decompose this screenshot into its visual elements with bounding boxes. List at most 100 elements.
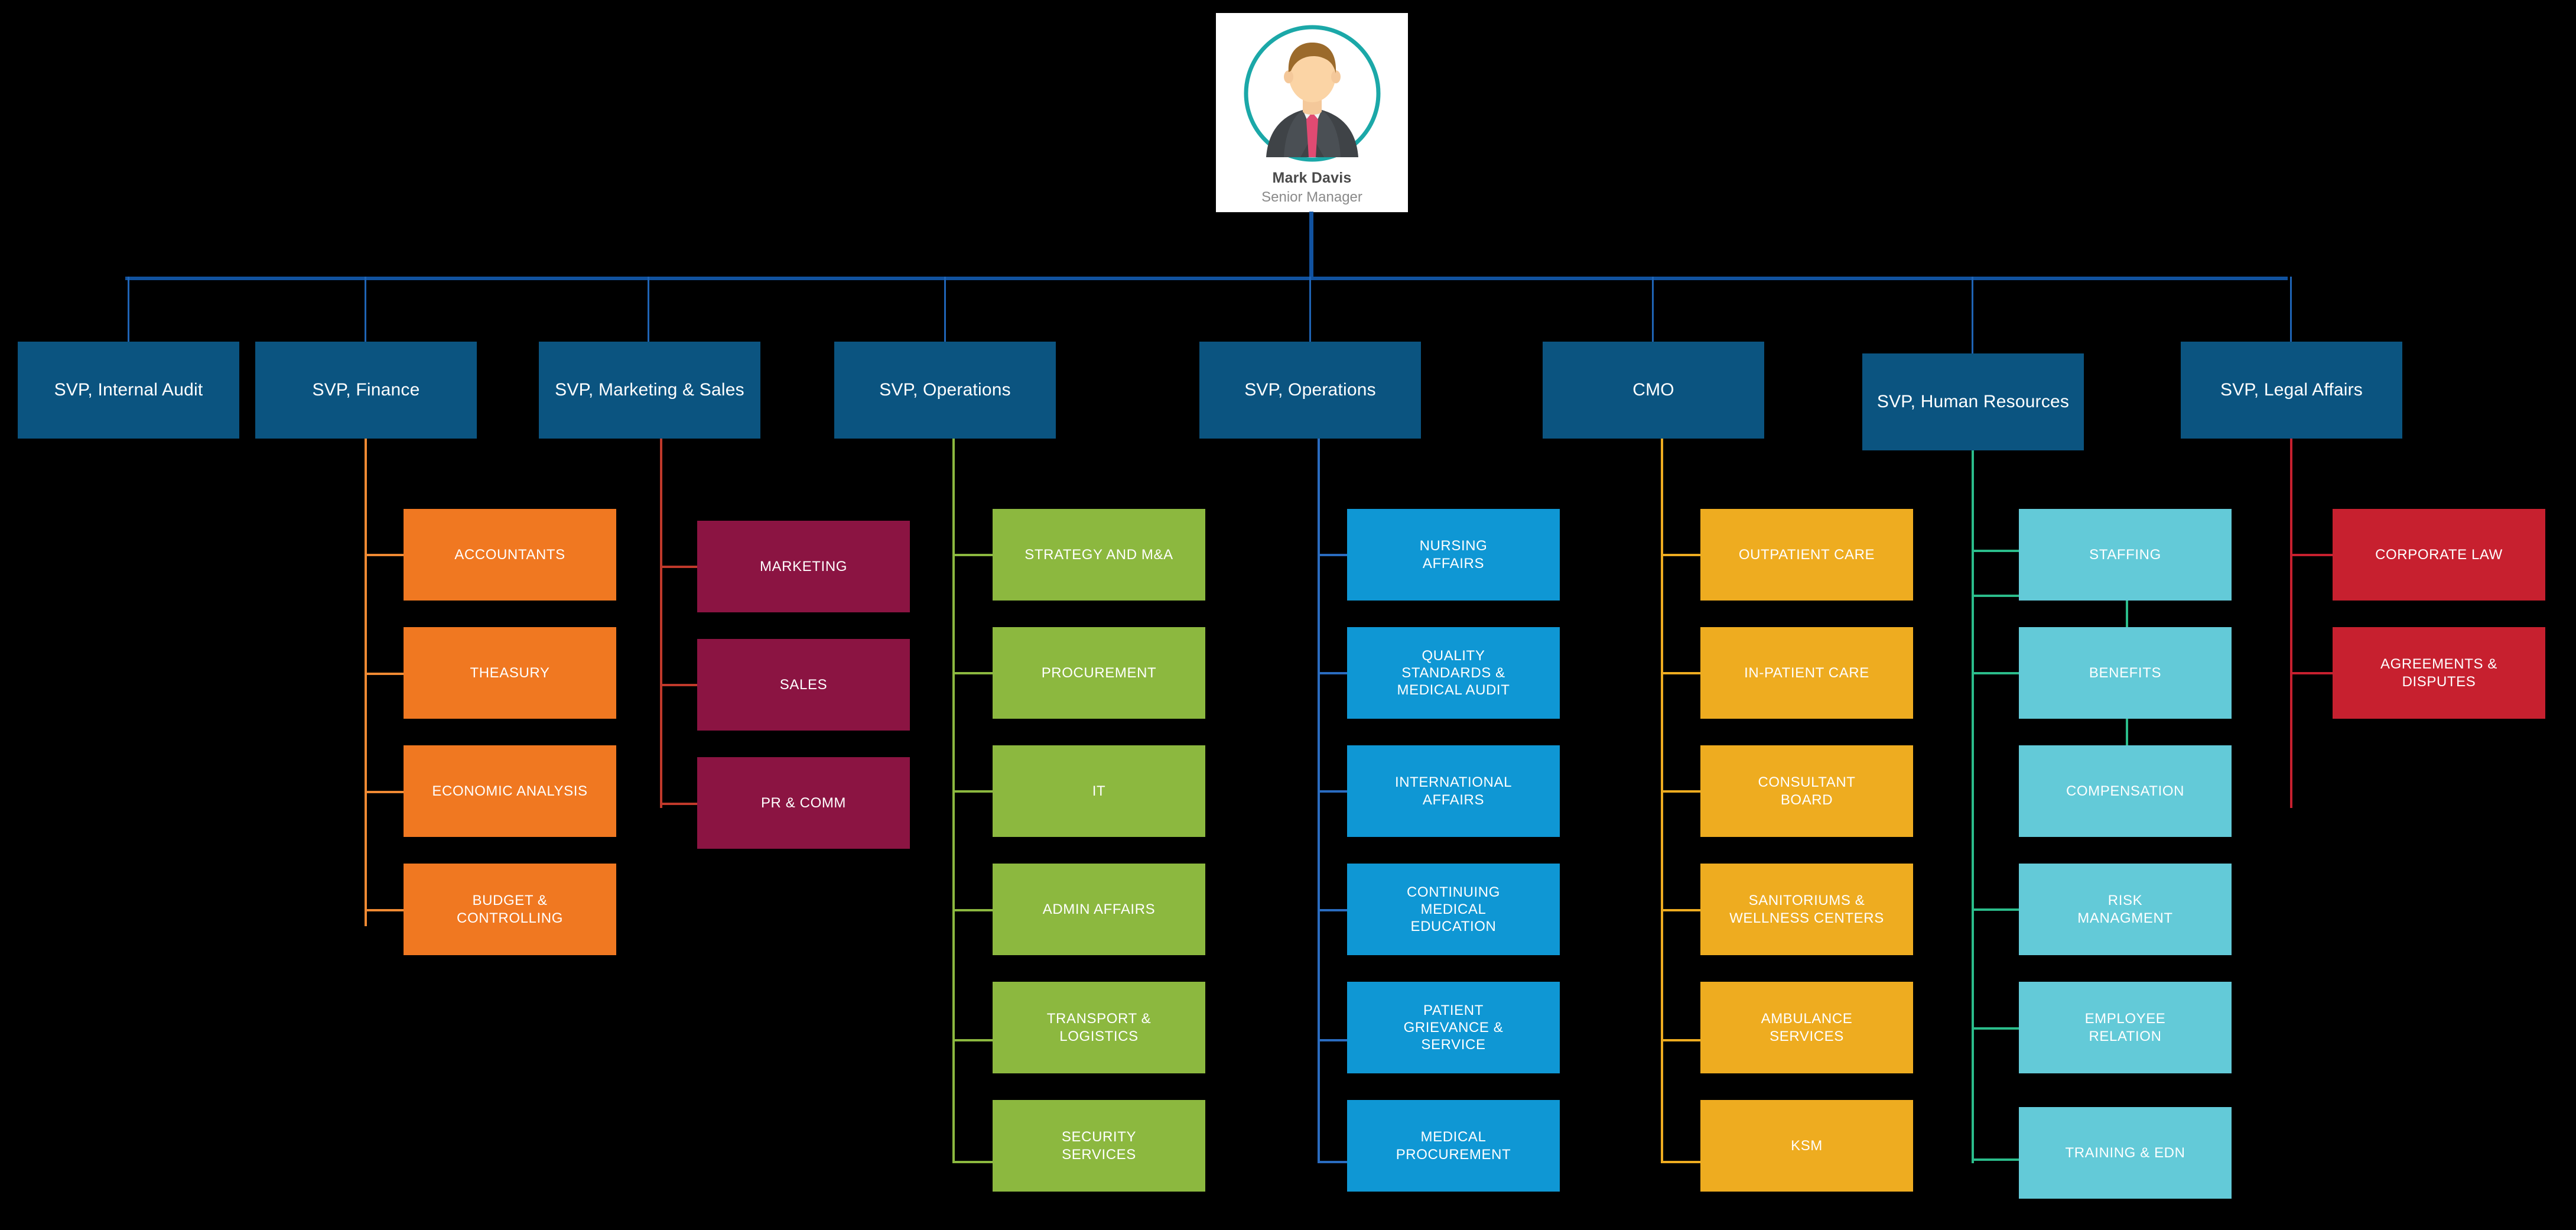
level2-node-hr-1[interactable]: BENEFITS xyxy=(2019,627,2232,719)
level2-label-hr-1: BENEFITS xyxy=(2089,664,2162,681)
level1-node-operations-2[interactable]: SVP, Operations xyxy=(1199,342,1421,439)
level2-node-medical-4[interactable]: PATIENT GRIEVANCE & SERVICE xyxy=(1347,982,1560,1073)
connector-root-drop xyxy=(1309,212,1313,280)
connector-stub-medical-5 xyxy=(1318,1161,1347,1163)
level1-label-cmo: CMO xyxy=(1632,379,1674,400)
level2-label-medical-4: PATIENT GRIEVANCE & SERVICE xyxy=(1403,1002,1504,1053)
level2-node-marketing-2[interactable]: PR & COMM xyxy=(697,757,910,849)
level2-node-hr-0[interactable]: STAFFING xyxy=(2019,509,2232,601)
org-chart-canvas: Mark Davis Senior Manager SVP, Internal … xyxy=(0,0,2576,1230)
connector-stub-cmo-1 xyxy=(1661,672,1700,674)
level2-label-hr-5: TRAINING & EDN xyxy=(2065,1144,2185,1161)
connector-stub-hr-4 xyxy=(1972,1027,2019,1030)
connector-stub-medical-1 xyxy=(1318,672,1347,674)
connector-stub-medical-0 xyxy=(1318,554,1347,556)
level2-node-finance-0[interactable]: ACCOUNTANTS xyxy=(404,509,616,601)
connector-drop-cmo xyxy=(1652,277,1654,343)
level1-node-human-resources[interactable]: SVP, Human Resources xyxy=(1862,353,2084,450)
level1-node-operations-1[interactable]: SVP, Operations xyxy=(834,342,1056,439)
level1-node-legal-affairs[interactable]: SVP, Legal Affairs xyxy=(2181,342,2402,439)
level2-node-finance-1[interactable]: THEASURY xyxy=(404,627,616,719)
level2-node-hr-5[interactable]: TRAINING & EDN xyxy=(2019,1107,2232,1199)
level2-label-operations-2: IT xyxy=(1092,783,1106,799)
level2-node-hr-2[interactable]: COMPENSATION xyxy=(2019,745,2232,837)
level1-node-cmo[interactable]: CMO xyxy=(1543,342,1764,439)
level1-node-marketing-sales[interactable]: SVP, Marketing & Sales xyxy=(539,342,760,439)
level1-label-operations-2: SVP, Operations xyxy=(1244,379,1376,400)
connector-stub-cmo-5 xyxy=(1661,1161,1700,1163)
level2-label-hr-0: STAFFING xyxy=(2089,546,2161,563)
connector-drop-marketing-sales xyxy=(648,277,649,343)
level1-node-internal-audit[interactable]: SVP, Internal Audit xyxy=(18,342,239,439)
level1-label-operations-1: SVP, Operations xyxy=(879,379,1011,400)
level2-node-cmo-1[interactable]: IN-PATIENT CARE xyxy=(1700,627,1913,719)
level2-label-finance-2: ECONOMIC ANALYSIS xyxy=(432,783,588,799)
level2-node-operations-2[interactable]: IT xyxy=(993,745,1205,837)
connector-drop-operations-2 xyxy=(1309,277,1311,343)
level2-node-hr-4[interactable]: EMPLOYEE RELATION xyxy=(2019,982,2232,1073)
level2-label-hr-3: RISK MANAGMENT xyxy=(2077,893,2173,926)
connector-stub-operations-5 xyxy=(952,1161,994,1163)
connector-drop-legal-affairs xyxy=(2290,277,2292,343)
level1-label-internal-audit: SVP, Internal Audit xyxy=(54,379,203,400)
connector-stub-operations-2 xyxy=(952,790,994,793)
connector-stub-medical-2 xyxy=(1318,790,1347,793)
level2-node-operations-0[interactable]: STRATEGY AND M&A xyxy=(993,509,1205,601)
level2-node-legal-0[interactable]: CORPORATE LAW xyxy=(2333,509,2545,601)
level2-node-cmo-5[interactable]: KSM xyxy=(1700,1100,1913,1192)
level2-node-medical-2[interactable]: INTERNATIONAL AFFAIRS xyxy=(1347,745,1560,837)
connector-drop-finance xyxy=(365,277,366,343)
root-person-name: Mark Davis xyxy=(1272,170,1352,186)
level2-node-hr-3[interactable]: RISK MANAGMENT xyxy=(2019,864,2232,955)
connector-stub-cmo-2 xyxy=(1661,790,1700,793)
level2-node-cmo-4[interactable]: AMBULANCE SERVICES xyxy=(1700,982,1913,1073)
connector-stub-hr-0 xyxy=(1972,550,2019,552)
level2-node-operations-4[interactable]: TRANSPORT & LOGISTICS xyxy=(993,982,1205,1073)
connector-stub-hr-1 xyxy=(1972,672,2019,674)
level2-node-medical-3[interactable]: CONTINUING MEDICAL EDUCATION xyxy=(1347,864,1560,955)
root-person-card[interactable]: Mark Davis Senior Manager xyxy=(1216,13,1408,212)
connector-stub-operations-3 xyxy=(952,909,994,911)
level2-node-medical-5[interactable]: MEDICAL PROCUREMENT xyxy=(1347,1100,1560,1192)
level2-node-medical-0[interactable]: NURSING AFFAIRS xyxy=(1347,509,1560,601)
connector-trunk-medical xyxy=(1318,439,1320,1163)
connector-stub-finance-3 xyxy=(365,909,404,911)
connector-stub-medical-3 xyxy=(1318,909,1347,911)
level2-node-operations-5[interactable]: SECURITY SERVICES xyxy=(993,1100,1205,1192)
connector-stub-medical-4 xyxy=(1318,1039,1347,1041)
connector-stub-marketing-1 xyxy=(660,684,699,686)
level2-node-cmo-2[interactable]: CONSULTANT BOARD xyxy=(1700,745,1913,837)
level2-label-operations-5: SECURITY SERVICES xyxy=(1061,1129,1137,1163)
level2-label-medical-3: CONTINUING MEDICAL EDUCATION xyxy=(1407,884,1500,935)
connector-stub-operations-0 xyxy=(952,554,994,556)
level2-node-marketing-1[interactable]: SALES xyxy=(697,639,910,731)
level2-label-operations-4: TRANSPORT & LOGISTICS xyxy=(1046,1011,1152,1044)
connector-stub-cmo-3 xyxy=(1661,909,1700,911)
level2-node-legal-1[interactable]: AGREEMENTS & DISPUTES xyxy=(2333,627,2545,719)
connector-drop-operations-1 xyxy=(944,277,946,343)
level2-node-cmo-0[interactable]: OUTPATIENT CARE xyxy=(1700,509,1913,601)
level2-label-legal-0: CORPORATE LAW xyxy=(2375,546,2503,563)
level2-label-hr-4: EMPLOYEE RELATION xyxy=(2084,1011,2166,1044)
connector-stub-finance-0 xyxy=(365,554,404,556)
level1-node-finance[interactable]: SVP, Finance xyxy=(255,342,477,439)
connector-trunk-marketing xyxy=(660,439,662,808)
level2-label-marketing-2: PR & COMM xyxy=(760,794,847,811)
person-avatar-icon xyxy=(1241,22,1383,167)
level1-label-marketing-sales: SVP, Marketing & Sales xyxy=(555,379,744,400)
level2-label-cmo-3: SANITORIUMS & WELLNESS CENTERS xyxy=(1729,893,1884,926)
level2-label-cmo-0: OUTPATIENT CARE xyxy=(1738,546,1875,563)
level2-node-medical-1[interactable]: QUALITY STANDARDS & MEDICAL AUDIT xyxy=(1347,627,1560,719)
level2-label-finance-0: ACCOUNTANTS xyxy=(454,546,565,563)
level2-node-operations-3[interactable]: ADMIN AFFAIRS xyxy=(993,864,1205,955)
level2-node-cmo-3[interactable]: SANITORIUMS & WELLNESS CENTERS xyxy=(1700,864,1913,955)
level2-node-marketing-0[interactable]: MARKETING xyxy=(697,521,910,612)
level2-node-finance-3[interactable]: BUDGET & CONTROLLING xyxy=(404,864,616,955)
level2-node-operations-1[interactable]: PROCUREMENT xyxy=(993,627,1205,719)
connector-stub-cmo-4 xyxy=(1661,1039,1700,1041)
level2-label-marketing-0: MARKETING xyxy=(759,558,848,575)
connector-stub-marketing-0 xyxy=(660,566,699,568)
level2-label-cmo-1: IN-PATIENT CARE xyxy=(1744,664,1869,681)
level2-node-finance-2[interactable]: ECONOMIC ANALYSIS xyxy=(404,745,616,837)
connector-stub-marketing-2 xyxy=(660,803,699,805)
